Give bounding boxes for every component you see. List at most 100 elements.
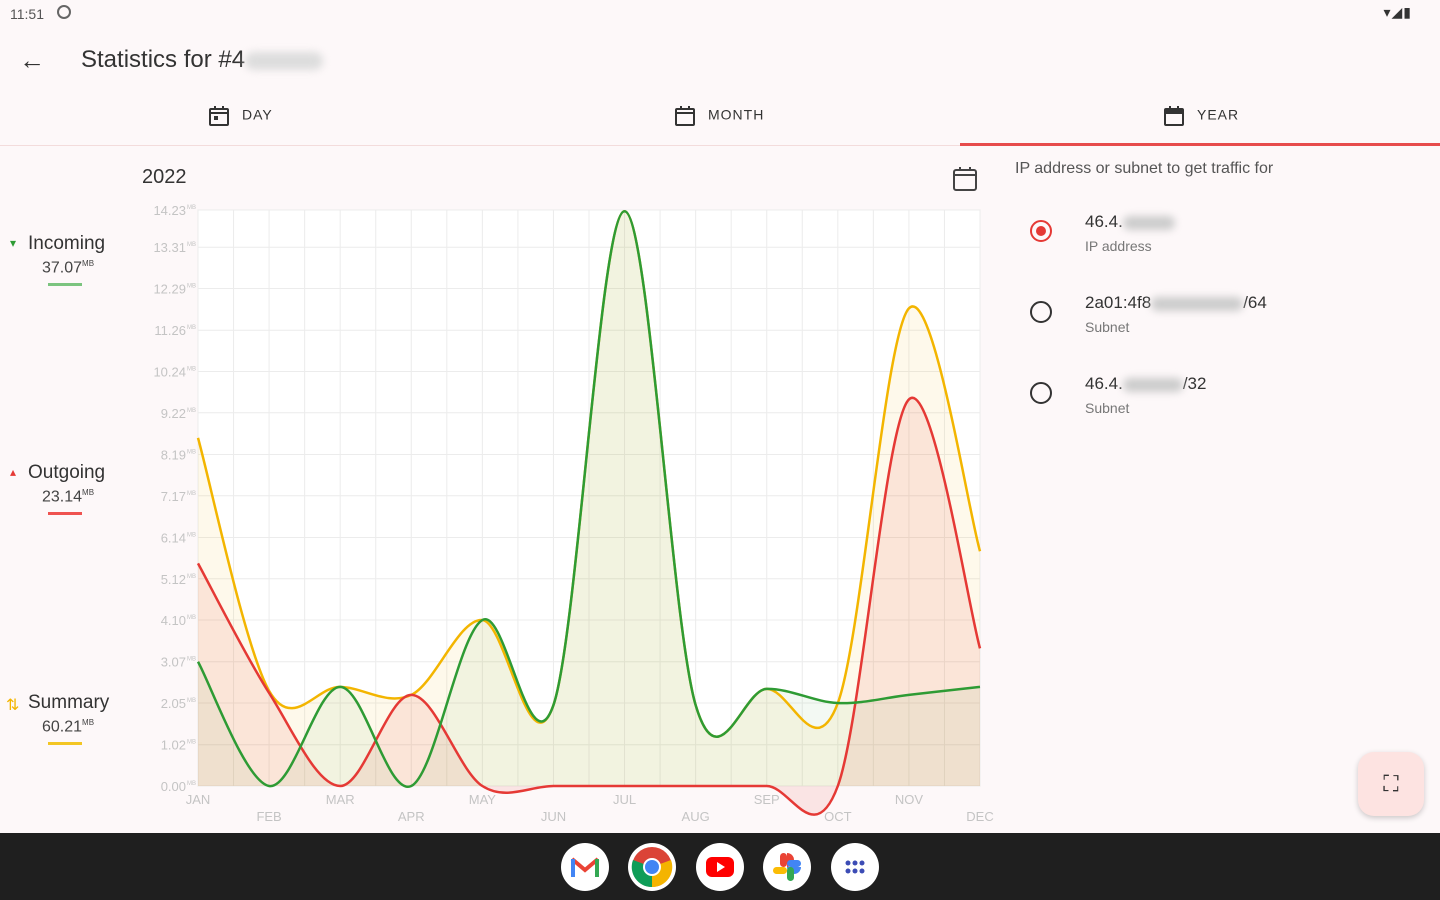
x-tick-label: NOV <box>895 792 924 807</box>
photos-app-icon[interactable] <box>763 843 811 891</box>
redacted-text <box>245 51 324 70</box>
y-tick-unit: MB <box>187 242 196 248</box>
active-tab-indicator <box>960 143 1440 146</box>
x-tick-label: MAY <box>469 792 497 807</box>
legend-outgoing-label: Outgoing <box>28 462 106 483</box>
ip-option-1[interactable]: 46.4. IP address <box>1030 212 1410 282</box>
tab-year-label: YEAR <box>1197 106 1240 123</box>
radio-selected[interactable] <box>1030 220 1052 242</box>
y-tick-unit: MB <box>187 698 196 704</box>
redacted-text <box>1122 215 1175 230</box>
calendar-icon <box>953 167 977 191</box>
x-tick-label: APR <box>398 809 425 824</box>
tab-day-content: DAY <box>208 105 273 131</box>
ip-option-2-type: Subnet <box>1085 319 1130 335</box>
y-tick-unit: MB <box>187 408 196 414</box>
traffic-chart[interactable]: 0.00 MB1.02 MB2.05 MB3.07 MB4.10 MB5.12 MB6.14… <box>130 195 1010 830</box>
y-tick-label: 12.29 <box>153 282 186 297</box>
fit-screen-icon: ⛶ <box>1383 771 1399 796</box>
gmail-app-icon[interactable] <box>561 843 609 891</box>
y-tick-unit: MB <box>187 491 196 497</box>
x-tick-label: DEC <box>966 809 993 824</box>
summary-value-number: 60.21 <box>42 718 83 736</box>
status-bar: 11:51 ▾◢▮ <box>0 0 1440 28</box>
y-tick-label: 14.23 <box>153 203 186 218</box>
ip-option-2[interactable]: 2a01:4f8/64 Subnet <box>1030 293 1410 363</box>
app-bar: ← Statistics for #4 <box>0 30 1440 90</box>
x-tick-label: JAN <box>186 792 211 807</box>
legend-incoming-value: 37.07MB <box>42 259 94 277</box>
ip-option-2-value: 2a01:4f8/64 <box>1085 293 1267 313</box>
legend-summary-label: Summary <box>28 692 110 713</box>
x-tick-label: MAR <box>326 792 355 807</box>
tab-month-label: MONTH <box>708 106 765 123</box>
redacted-text <box>1151 296 1244 311</box>
y-tick-unit: MB <box>187 740 196 746</box>
y-tick-label: 5.12 <box>161 572 186 587</box>
tab-year-content: YEAR <box>1163 105 1239 131</box>
youtube-app-icon[interactable] <box>696 843 744 891</box>
calendar-picker-icon[interactable] <box>950 164 980 194</box>
back-arrow-icon[interactable]: ← <box>16 44 48 76</box>
tab-month[interactable]: MONTH <box>480 95 960 145</box>
y-tick-label: 8.19 <box>161 447 186 462</box>
y-tick-label: 13.31 <box>153 240 186 255</box>
calendar-year-icon <box>1164 106 1184 126</box>
tab-day[interactable]: DAY <box>0 95 480 145</box>
tab-year[interactable]: YEAR <box>960 95 1440 146</box>
y-tick-label: 1.02 <box>161 738 186 753</box>
x-tick-label: FEB <box>256 809 281 824</box>
x-tick-label: AUG <box>682 809 710 824</box>
y-tick-unit: MB <box>187 657 196 663</box>
y-tick-unit: MB <box>187 367 196 373</box>
chart-year: 2022 <box>142 166 187 188</box>
y-tick-unit: MB <box>187 205 196 211</box>
ip-option-1-type: IP address <box>1085 238 1152 254</box>
outgoing-value-number: 23.14 <box>42 488 83 506</box>
y-tick-unit: MB <box>187 284 196 290</box>
legend-incoming-swatch <box>48 283 82 286</box>
legend-outgoing-swatch <box>48 512 82 515</box>
ip-option-1-main: 46.4. <box>1085 212 1123 231</box>
y-tick-label: 3.07 <box>161 655 186 670</box>
y-tick-label: 0.00 <box>161 779 186 794</box>
ip-option-3-main: 46.4. <box>1085 374 1123 393</box>
ip-panel-label: IP address or subnet to get traffic for <box>1015 160 1274 177</box>
tab-day-label: DAY <box>242 106 273 123</box>
incoming-value-unit: MB <box>82 259 95 268</box>
app-drawer-icon[interactable] <box>831 843 879 891</box>
ip-option-3-value: 46.4. /32 <box>1085 374 1206 394</box>
ip-option-3[interactable]: 46.4. /32 Subnet <box>1030 374 1410 444</box>
calendar-month-icon <box>675 106 695 126</box>
radio-unselected[interactable] <box>1030 382 1052 404</box>
legend-summary-value: 60.21MB <box>42 718 94 736</box>
x-tick-label: OCT <box>824 809 852 824</box>
chrome-app-icon[interactable] <box>628 843 676 891</box>
page-title-text: Statistics for #4 <box>81 46 246 73</box>
summary-value-unit: MB <box>82 718 95 727</box>
tab-month-content: MONTH <box>674 105 764 131</box>
y-tick-label: 2.05 <box>161 696 186 711</box>
y-tick-label: 9.22 <box>161 406 186 421</box>
dnd-icon <box>57 5 71 19</box>
x-tick-label: SEP <box>754 792 780 807</box>
y-tick-unit: MB <box>187 781 196 787</box>
y-tick-label: 4.10 <box>161 613 186 628</box>
ip-option-2-main: 2a01:4f8 <box>1085 293 1152 312</box>
y-tick-unit: MB <box>187 325 196 331</box>
y-tick-label: 6.14 <box>161 530 186 545</box>
y-tick-label: 7.17 <box>161 489 186 504</box>
y-tick-label: 10.24 <box>153 365 186 380</box>
radio-unselected[interactable] <box>1030 301 1052 323</box>
system-status-icons: ▾◢▮ <box>1383 4 1412 20</box>
y-tick-label: 11.26 <box>154 323 186 338</box>
summary-arrows-icon: ⇅ <box>6 697 20 714</box>
ip-option-2-suffix: /64 <box>1243 293 1267 312</box>
incoming-value-number: 37.07 <box>42 259 83 277</box>
outgoing-value-unit: MB <box>82 488 95 497</box>
fit-screen-button[interactable]: ⛶ <box>1358 752 1424 816</box>
x-tick-label: JUL <box>613 792 636 807</box>
redacted-text <box>1122 377 1183 392</box>
outgoing-arrow-icon: ▴ <box>10 465 17 479</box>
x-tick-label: JUN <box>541 809 566 824</box>
